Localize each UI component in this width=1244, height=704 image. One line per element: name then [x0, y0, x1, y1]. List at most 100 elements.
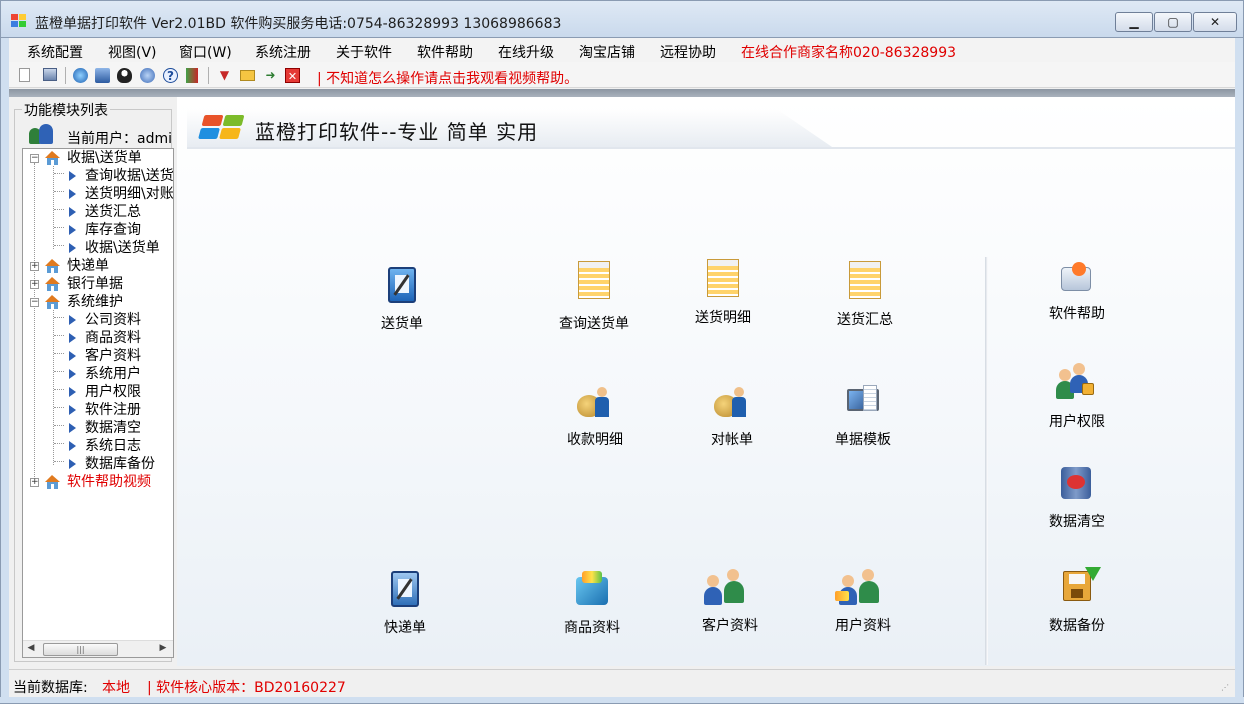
exit-icon[interactable]: ✕: [285, 68, 300, 83]
people-icon: [700, 567, 760, 607]
spreadsheet-icon: [845, 261, 885, 301]
arrow-right-icon: [69, 405, 76, 415]
maximize-button[interactable]: ▢: [1154, 12, 1192, 32]
arrow-right-icon: [69, 423, 76, 433]
menu-view[interactable]: 视图(V): [108, 42, 157, 62]
house-folder-icon: [44, 276, 61, 292]
collapse-icon[interactable]: −: [30, 154, 39, 163]
menu-window[interactable]: 窗口(W): [179, 42, 232, 62]
resize-grip-icon[interactable]: ⋰: [1221, 683, 1231, 693]
minimize-button[interactable]: ▁: [1115, 12, 1153, 32]
tile-products[interactable]: 商品资料: [542, 569, 642, 649]
new-document-icon[interactable]: [19, 68, 30, 82]
tile-form-template[interactable]: 单据模板: [813, 381, 913, 461]
tile-delivery-detail[interactable]: 送货明细: [673, 259, 773, 339]
help-icon[interactable]: ?: [163, 68, 178, 83]
panel-title: 功能模块列表: [22, 100, 110, 120]
status-bar: 当前数据库: 本地 | 软件核心版本：BD20160227 ⋰: [9, 669, 1235, 697]
scroll-right-icon[interactable]: ▶: [157, 643, 169, 653]
expand-icon[interactable]: +: [30, 280, 39, 289]
tile-user-info[interactable]: 用户资料: [813, 567, 913, 647]
menu-taobao-shop[interactable]: 淘宝店铺: [579, 42, 635, 62]
tile-software-help[interactable]: 软件帮助: [1027, 261, 1127, 341]
arrow-right-icon: [69, 441, 76, 451]
scroll-left-icon[interactable]: ◀: [25, 643, 37, 653]
toolbar: ? ▼ ➜ ✕ | 不知道怎么操作请点击我观看视频帮助。: [9, 62, 1235, 88]
video-help-link[interactable]: | 不知道怎么操作请点击我观看视频帮助。: [317, 68, 578, 88]
tile-customers[interactable]: 客户资料: [680, 567, 780, 647]
tile-data-backup[interactable]: 数据备份: [1027, 567, 1127, 647]
window-border-bottom: [0, 697, 1244, 704]
house-folder-icon: [44, 258, 61, 274]
house-folder-icon: [44, 150, 61, 166]
browser-icon[interactable]: [73, 68, 88, 83]
arrow-right-icon: [69, 189, 76, 199]
main-area: 蓝橙打印软件--专业 简单 实用 送货单 查询送货单 送货明细 送货汇总 收款明…: [177, 97, 1235, 666]
grid-icon[interactable]: [43, 68, 57, 81]
book-icon[interactable]: [95, 68, 110, 83]
windows-logo-icon: [198, 115, 247, 141]
panel-separator: [9, 89, 1235, 97]
expand-icon[interactable]: +: [30, 478, 39, 487]
tile-express-note[interactable]: 快递单: [355, 569, 455, 649]
collapse-icon[interactable]: −: [30, 298, 39, 307]
import-icon[interactable]: ➜: [263, 68, 278, 83]
banner-slogan: 蓝橙打印软件--专业 简单 实用: [255, 120, 539, 144]
module-tree[interactable]: − 收据\送货单 查询收据\送货单 送货明细\对账 送货汇总 库存查询 收据\送…: [22, 148, 174, 658]
money-bag-icon: [712, 381, 752, 421]
banner-stripe: [187, 147, 1235, 149]
arrow-right-icon: [69, 207, 76, 217]
tile-statement[interactable]: 对帐单: [682, 381, 782, 461]
database-label: 当前数据库:: [13, 680, 88, 696]
menu-partner[interactable]: 在线合作商家名称020-86328993: [741, 42, 956, 62]
tile-delivery-note[interactable]: 送货单: [352, 265, 452, 345]
arrow-right-icon: [69, 225, 76, 235]
menu-remote-assist[interactable]: 远程协助: [660, 42, 716, 62]
arrow-right-icon: [69, 351, 76, 361]
document-pen-icon: [382, 265, 422, 305]
menu-help[interactable]: 软件帮助: [417, 42, 473, 62]
menu-bar: 系统配置 视图(V) 窗口(W) 系统注册 关于软件 软件帮助 在线升级 淘宝店…: [9, 38, 1235, 62]
tile-user-permissions[interactable]: 用户权限: [1027, 363, 1127, 443]
window-border-right: [1235, 38, 1244, 704]
window-border-left: [0, 38, 9, 704]
app-icon: [11, 14, 27, 28]
folder-icon[interactable]: [240, 70, 255, 81]
core-version: | 软件核心版本：BD20160227: [147, 680, 346, 696]
expand-icon[interactable]: +: [30, 262, 39, 271]
shredder-icon: [1057, 463, 1097, 503]
arrow-right-icon: [69, 171, 76, 181]
spreadsheet-icon: [703, 259, 743, 299]
house-folder-icon: [44, 294, 61, 310]
chart-icon[interactable]: [186, 68, 198, 83]
house-folder-icon: [44, 474, 61, 490]
tile-clear-data[interactable]: 数据清空: [1027, 463, 1127, 543]
product-box-icon: [572, 569, 612, 609]
menu-system-config[interactable]: 系统配置: [27, 42, 83, 62]
help-desk-icon: [1057, 261, 1097, 301]
vertical-divider: [985, 257, 988, 665]
people-group-icon: [833, 567, 893, 607]
download-icon[interactable]: ▼: [217, 68, 232, 83]
menu-online-upgrade[interactable]: 在线升级: [498, 42, 554, 62]
menu-about[interactable]: 关于软件: [336, 42, 392, 62]
title-bar[interactable]: 蓝橙单据打印软件 Ver2.01BD 软件购买服务电话:0754-8632899…: [0, 0, 1244, 38]
spreadsheet-icon: [574, 261, 614, 301]
floppy-disk-icon: [1057, 567, 1101, 607]
toolbar-separator: [208, 67, 209, 84]
document-pen-icon: [385, 569, 425, 609]
scrollbar-thumb[interactable]: |||: [43, 643, 118, 656]
close-button[interactable]: ✕: [1193, 12, 1237, 32]
globe-icon[interactable]: [140, 68, 155, 83]
tree-horizontal-scrollbar[interactable]: ◀ ||| ▶: [23, 640, 173, 657]
money-bag-icon: [575, 381, 615, 421]
qq-icon[interactable]: [117, 68, 132, 83]
tile-payment-detail[interactable]: 收款明细: [545, 381, 645, 461]
menu-system-register[interactable]: 系统注册: [255, 42, 311, 62]
users-lock-icon: [1052, 363, 1102, 403]
arrow-right-icon: [69, 315, 76, 325]
tile-delivery-summary[interactable]: 送货汇总: [815, 261, 915, 341]
arrow-right-icon: [69, 333, 76, 343]
tile-query-delivery[interactable]: 查询送货单: [544, 261, 644, 341]
module-panel: 功能模块列表 当前用户：admin − 收据\送货单 查询收据\送货单 送货明细…: [9, 97, 174, 663]
